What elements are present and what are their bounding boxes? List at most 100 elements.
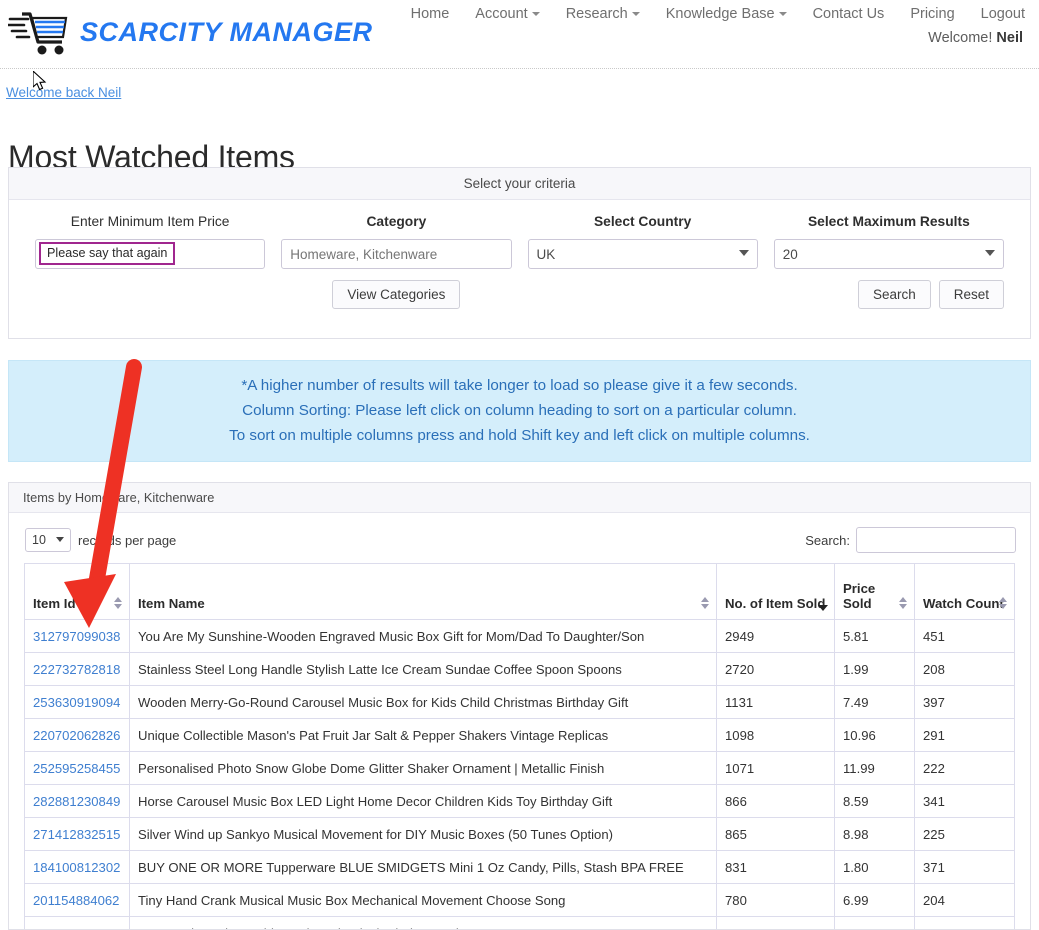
brand-name: SCARCITY MANAGER — [80, 17, 373, 47]
search-button[interactable]: Search — [857, 280, 931, 309]
column-header-item-id[interactable]: Item Id — [24, 563, 130, 620]
item-id-link[interactable]: 220702062826 — [33, 728, 120, 743]
column-header-watch-count[interactable]: Watch Count — [914, 563, 1015, 620]
column-header-item-name[interactable]: Item Name — [129, 563, 717, 620]
table-row: 282881230849 Horse Carousel Music Box LED… — [24, 784, 1015, 818]
table-row: 271412832515 Silver Wind up Sankyo Musica… — [24, 817, 1015, 851]
item-id-link[interactable]: 252595258455 — [33, 761, 120, 776]
table-search-control: Search: — [805, 527, 1016, 553]
cell-item-id: 222732782818 — [24, 652, 130, 686]
cell-item-name: Wooden Merry-Go-Round Carousel Music Box… — [129, 685, 717, 719]
reset-button[interactable]: Reset — [938, 280, 1004, 309]
item-id-link[interactable]: 201154884062 — [33, 893, 119, 908]
records-per-page-label: records per page — [78, 532, 177, 548]
nav-item-knowledge-base[interactable]: Knowledge Base — [666, 6, 787, 22]
records-per-page-select[interactable]: 10 — [25, 528, 71, 552]
criteria-grid: Enter Minimum Item Price Please say that… — [9, 200, 1030, 309]
table-row: 252595258455 Personalised Photo Snow Glob… — [24, 751, 1015, 785]
cell-watch-count: 397 — [914, 685, 1015, 719]
table-body: 312797099038 You Are My Sunshine-Wooden E… — [24, 619, 1015, 930]
speech-recognition-tooltip: Please say that again — [39, 242, 176, 265]
shopping-cart-icon — [6, 2, 74, 63]
cell-item-id: 271412832515 — [24, 817, 130, 851]
cell-watch-count: 371 — [914, 850, 1015, 884]
cell-no-sold: 1098 — [716, 718, 835, 752]
main-nav: Home Account Research Knowledge Base Con… — [411, 6, 1025, 22]
nav-item-research[interactable]: Research — [566, 6, 640, 22]
cell-price-sold: 7.49 — [834, 685, 915, 719]
chevron-down-icon — [778, 12, 787, 16]
criteria-min-price: Enter Minimum Item Price Please say that… — [27, 214, 273, 309]
item-id-link[interactable]: 222545266873 — [33, 926, 120, 930]
nav-item-pricing[interactable]: Pricing — [910, 6, 954, 22]
category-input[interactable] — [281, 239, 512, 269]
cell-item-id: 253630919094 — [24, 685, 130, 719]
cell-item-id: 252595258455 — [24, 751, 130, 785]
item-id-link[interactable]: 253630919094 — [33, 695, 120, 710]
cell-watch-count: 222 — [914, 751, 1015, 785]
welcome-back-link[interactable]: Welcome back Neil — [6, 85, 121, 100]
table-row: 220702062826 Unique Collectible Mason's P… — [24, 718, 1015, 752]
criteria-panel-heading: Select your criteria — [9, 168, 1030, 200]
nav-item-logout[interactable]: Logout — [981, 6, 1025, 22]
welcome-user: Welcome! Neil — [928, 30, 1023, 46]
cell-no-sold: 865 — [716, 817, 835, 851]
results-heading: Items by Homeware, Kitchenware — [9, 483, 1030, 513]
item-id-link[interactable]: 312797099038 — [33, 629, 120, 644]
chevron-down-icon — [531, 12, 540, 16]
country-select[interactable]: UK — [527, 239, 758, 269]
cell-watch-count: 225 — [914, 817, 1015, 851]
info-banner: *A higher number of results will take lo… — [8, 360, 1031, 462]
cell-item-id: 282881230849 — [24, 784, 130, 818]
cell-item-name: Tiny Hand Crank Musical Music Box Mechan… — [129, 883, 717, 917]
cell-item-name: BUY ONE OR MORE Tupperware BLUE SMIDGETS… — [129, 850, 717, 884]
table-row: 253630919094 Wooden Merry-Go-Round Carous… — [24, 685, 1015, 719]
header-divider — [0, 68, 1039, 69]
nav-item-home[interactable]: Home — [411, 6, 450, 22]
cell-no-sold: 866 — [716, 784, 835, 818]
cell-item-id: 220702062826 — [24, 718, 130, 752]
cell-no-sold: 831 — [716, 850, 835, 884]
cell-watch-count: 451 — [914, 619, 1015, 653]
cell-watch-count: 208 — [914, 652, 1015, 686]
brand-logo[interactable]: SCARCITY MANAGER — [6, 2, 373, 63]
nav-item-account[interactable]: Account — [475, 6, 540, 22]
cell-item-name: 30 Sound Yu Sing Gold Metal Mechanical W… — [129, 916, 717, 929]
most-watched-items-table: Item Id Item Name No. of Item Sold Price… — [24, 563, 1015, 930]
category-label: Category — [366, 214, 427, 229]
item-id-link[interactable]: 184100812302 — [33, 860, 120, 875]
cell-item-name: Unique Collectible Mason's Pat Fruit Jar… — [129, 718, 717, 752]
cell-price-sold: 1.80 — [834, 850, 915, 884]
cell-price-sold: 8.59 — [834, 784, 915, 818]
criteria-max-results: Select Maximum Results 20 Search Reset — [766, 214, 1012, 309]
info-line-3: To sort on multiple columns press and ho… — [229, 427, 810, 445]
table-controls: 10 records per page Search: — [9, 513, 1030, 563]
max-results-select[interactable]: 20 — [773, 239, 1004, 269]
welcome-username: Neil — [996, 30, 1023, 46]
cell-price-sold: 8.98 — [834, 817, 915, 851]
max-results-label: Select Maximum Results — [807, 214, 970, 229]
cell-item-id: 222545266873 — [24, 916, 130, 930]
cell-item-name: Personalised Photo Snow Globe Dome Glitt… — [129, 751, 717, 785]
column-header-price-sold[interactable]: Price Sold — [834, 563, 915, 620]
item-id-link[interactable]: 222732782818 — [33, 662, 120, 677]
view-categories-button[interactable]: View Categories — [332, 280, 461, 309]
nav-item-contact-us[interactable]: Contact Us — [813, 6, 885, 22]
table-search-input[interactable] — [856, 527, 1016, 553]
cell-price-sold: 5.81 — [834, 619, 915, 653]
cell-watch-count: 291 — [914, 718, 1015, 752]
cell-item-id: 312797099038 — [24, 619, 130, 653]
table-row: 222545266873 30 Sound Yu Sing Gold Metal … — [24, 916, 1015, 930]
column-header-no-of-item-sold[interactable]: No. of Item Sold — [716, 563, 835, 620]
criteria-country: Select Country UK — [520, 214, 766, 309]
cell-item-name: Silver Wind up Sankyo Musical Movement f… — [129, 817, 717, 851]
cell-no-sold: 1131 — [716, 685, 835, 719]
table-row: 312797099038 You Are My Sunshine-Wooden E… — [24, 619, 1015, 653]
results-panel: Items by Homeware, Kitchenware 10 record… — [8, 482, 1031, 930]
cell-price-sold: 4.99 — [834, 916, 915, 929]
item-id-link[interactable]: 271412832515 — [33, 827, 120, 842]
item-id-link[interactable]: 282881230849 — [33, 794, 120, 809]
cell-no-sold: 780 — [716, 883, 835, 917]
table-row: 201154884062 Tiny Hand Crank Musical Musi… — [24, 883, 1015, 917]
chevron-down-icon — [631, 12, 640, 16]
